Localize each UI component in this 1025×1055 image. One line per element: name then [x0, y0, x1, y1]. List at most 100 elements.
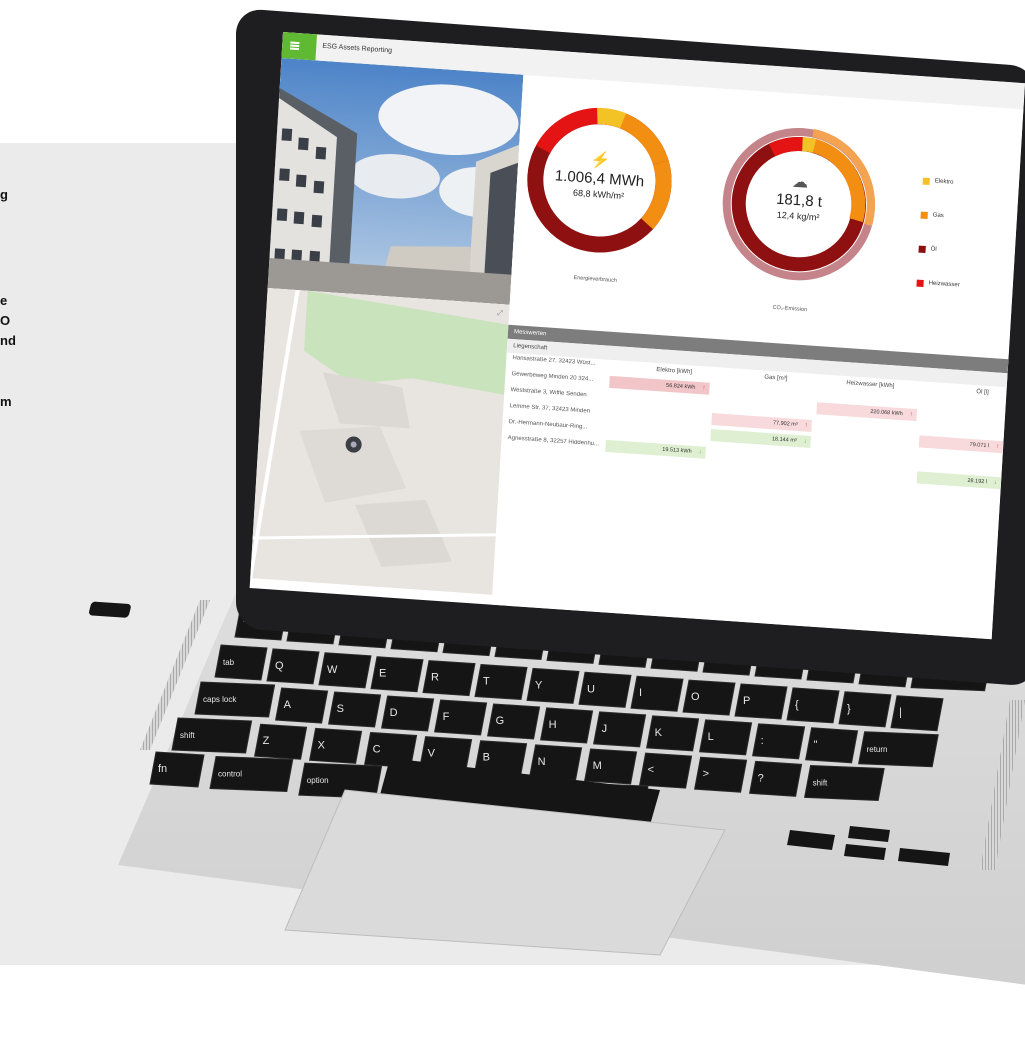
- svg-text:option: option: [307, 776, 329, 785]
- svg-text:O: O: [691, 691, 700, 703]
- arrow-keys[interactable]: [787, 826, 950, 866]
- legend-label: Heizwasser: [928, 280, 960, 289]
- key-[interactable]: {: [786, 687, 840, 724]
- table-row-label[interactable]: Dr.-Hermann-Neubaur-Ring...: [508, 419, 604, 432]
- svg-text:A: A: [284, 699, 292, 711]
- expand-map-icon[interactable]: ⤢: [497, 310, 503, 318]
- svg-text:V: V: [428, 748, 436, 760]
- key-capslock[interactable]: caps lock: [194, 681, 276, 718]
- svg-text:I: I: [639, 687, 642, 699]
- key-g[interactable]: G: [487, 703, 541, 740]
- svg-text:shift: shift: [180, 731, 195, 740]
- key-q[interactable]: Q: [266, 648, 320, 685]
- key-return[interactable]: return: [858, 731, 939, 768]
- key-y[interactable]: Y: [526, 667, 580, 704]
- legend-label: Gas: [932, 212, 944, 220]
- svg-text:F: F: [443, 711, 450, 723]
- menu-button[interactable]: [281, 32, 317, 61]
- location-map[interactable]: ⤢: [250, 288, 510, 595]
- key-control[interactable]: control: [209, 755, 294, 793]
- svg-text:C: C: [373, 743, 381, 755]
- svg-text:L: L: [708, 731, 714, 743]
- key-h[interactable]: H: [540, 707, 594, 744]
- svg-text:W: W: [327, 664, 338, 676]
- svg-text:U: U: [587, 683, 595, 695]
- key-[interactable]: |: [890, 695, 944, 732]
- key-[interactable]: <: [639, 752, 693, 789]
- svg-text:<: <: [648, 764, 654, 776]
- svg-text:caps lock: caps lock: [203, 695, 237, 704]
- key-[interactable]: >: [694, 756, 748, 793]
- energy-summary: ⚡ 1.006,4 MWh 68,8 kWh/m²: [548, 147, 651, 203]
- key-j[interactable]: J: [593, 711, 647, 748]
- key-[interactable]: :: [752, 723, 806, 760]
- table-cell: 19.513 kWh ↓: [605, 439, 706, 459]
- table-cell: 56.824 kWh ↑: [609, 375, 710, 395]
- app-title: ESG Assets Reporting: [322, 42, 393, 55]
- col-elektro[interactable]: Elektro [kWh]: [656, 367, 692, 375]
- svg-text:shift: shift: [813, 778, 828, 787]
- key[interactable]: [88, 601, 131, 618]
- table-row-label[interactable]: Weststraße 3, Wiffle Senden: [510, 387, 606, 400]
- svg-text:control: control: [218, 770, 242, 779]
- key-[interactable]: ?: [749, 760, 803, 797]
- svg-text:P: P: [743, 695, 750, 707]
- key-e[interactable]: E: [370, 656, 424, 693]
- key-tab[interactable]: tab: [214, 644, 268, 681]
- trackpad[interactable]: [284, 789, 726, 956]
- key-t[interactable]: T: [474, 663, 528, 701]
- svg-text:fn: fn: [158, 763, 167, 775]
- key-[interactable]: ": [805, 727, 859, 764]
- key-shift[interactable]: shift: [171, 717, 253, 754]
- table-cell: 28.192 l ↓: [916, 471, 1002, 490]
- svg-text:R: R: [431, 672, 439, 684]
- legend-label: Elektro: [934, 178, 954, 186]
- svg-text:}: }: [847, 703, 851, 715]
- key-p[interactable]: P: [734, 683, 788, 720]
- key-z[interactable]: Z: [254, 723, 308, 760]
- svg-text:|: |: [899, 707, 902, 719]
- key-u[interactable]: U: [578, 671, 632, 708]
- table-row-label[interactable]: Gewerbeweg Minden 20 324...: [511, 371, 607, 384]
- svg-text:E: E: [379, 668, 386, 680]
- key-r[interactable]: R: [422, 660, 476, 697]
- svg-text:": ": [814, 739, 818, 751]
- key-s[interactable]: S: [328, 691, 382, 728]
- table-row-label[interactable]: Agnesstraße 8, 32257 Hiddenhu...: [507, 435, 603, 448]
- svg-text:N: N: [538, 756, 546, 768]
- key-k[interactable]: K: [646, 715, 700, 752]
- key-l[interactable]: L: [699, 719, 753, 756]
- col-oel[interactable]: Öl [l]: [976, 389, 989, 396]
- svg-text:?: ?: [758, 772, 764, 784]
- key-o[interactable]: O: [682, 679, 736, 716]
- svg-text:G: G: [496, 715, 505, 727]
- svg-text:Y: Y: [535, 679, 543, 691]
- key-a[interactable]: A: [275, 687, 329, 724]
- key-fn[interactable]: fn: [149, 751, 205, 788]
- svg-text:K: K: [655, 727, 663, 739]
- svg-text:S: S: [337, 703, 344, 715]
- svg-text:J: J: [602, 723, 608, 735]
- key-n[interactable]: N: [529, 744, 583, 781]
- key-m[interactable]: M: [584, 748, 638, 785]
- svg-text:X: X: [318, 739, 326, 751]
- legend-label: Öl: [930, 246, 937, 253]
- svg-text:M: M: [593, 760, 602, 772]
- key-f[interactable]: F: [434, 699, 488, 736]
- svg-text:{: {: [795, 699, 799, 711]
- col-heizwasser[interactable]: Heizwasser [kWh]: [846, 380, 894, 389]
- measurements-table: Messwerten Liegenschaft Elektro [kWh] Ga…: [491, 324, 1009, 640]
- key-x[interactable]: X: [309, 727, 363, 764]
- svg-text:tab: tab: [223, 658, 235, 667]
- building-photo: [267, 58, 524, 305]
- col-gas[interactable]: Gas [m³]: [764, 375, 787, 383]
- svg-text::: :: [761, 735, 764, 747]
- key-shift[interactable]: shift: [804, 764, 885, 801]
- key-d[interactable]: D: [381, 695, 435, 732]
- key-i[interactable]: I: [630, 675, 684, 712]
- key-w[interactable]: W: [318, 652, 372, 689]
- svg-text:Q: Q: [275, 660, 284, 672]
- table-cell: 220.068 kWh ↑: [816, 402, 918, 422]
- table-row-label[interactable]: Lemme Str. 37, 32423 Minden: [509, 403, 605, 416]
- key-[interactable]: }: [838, 691, 892, 728]
